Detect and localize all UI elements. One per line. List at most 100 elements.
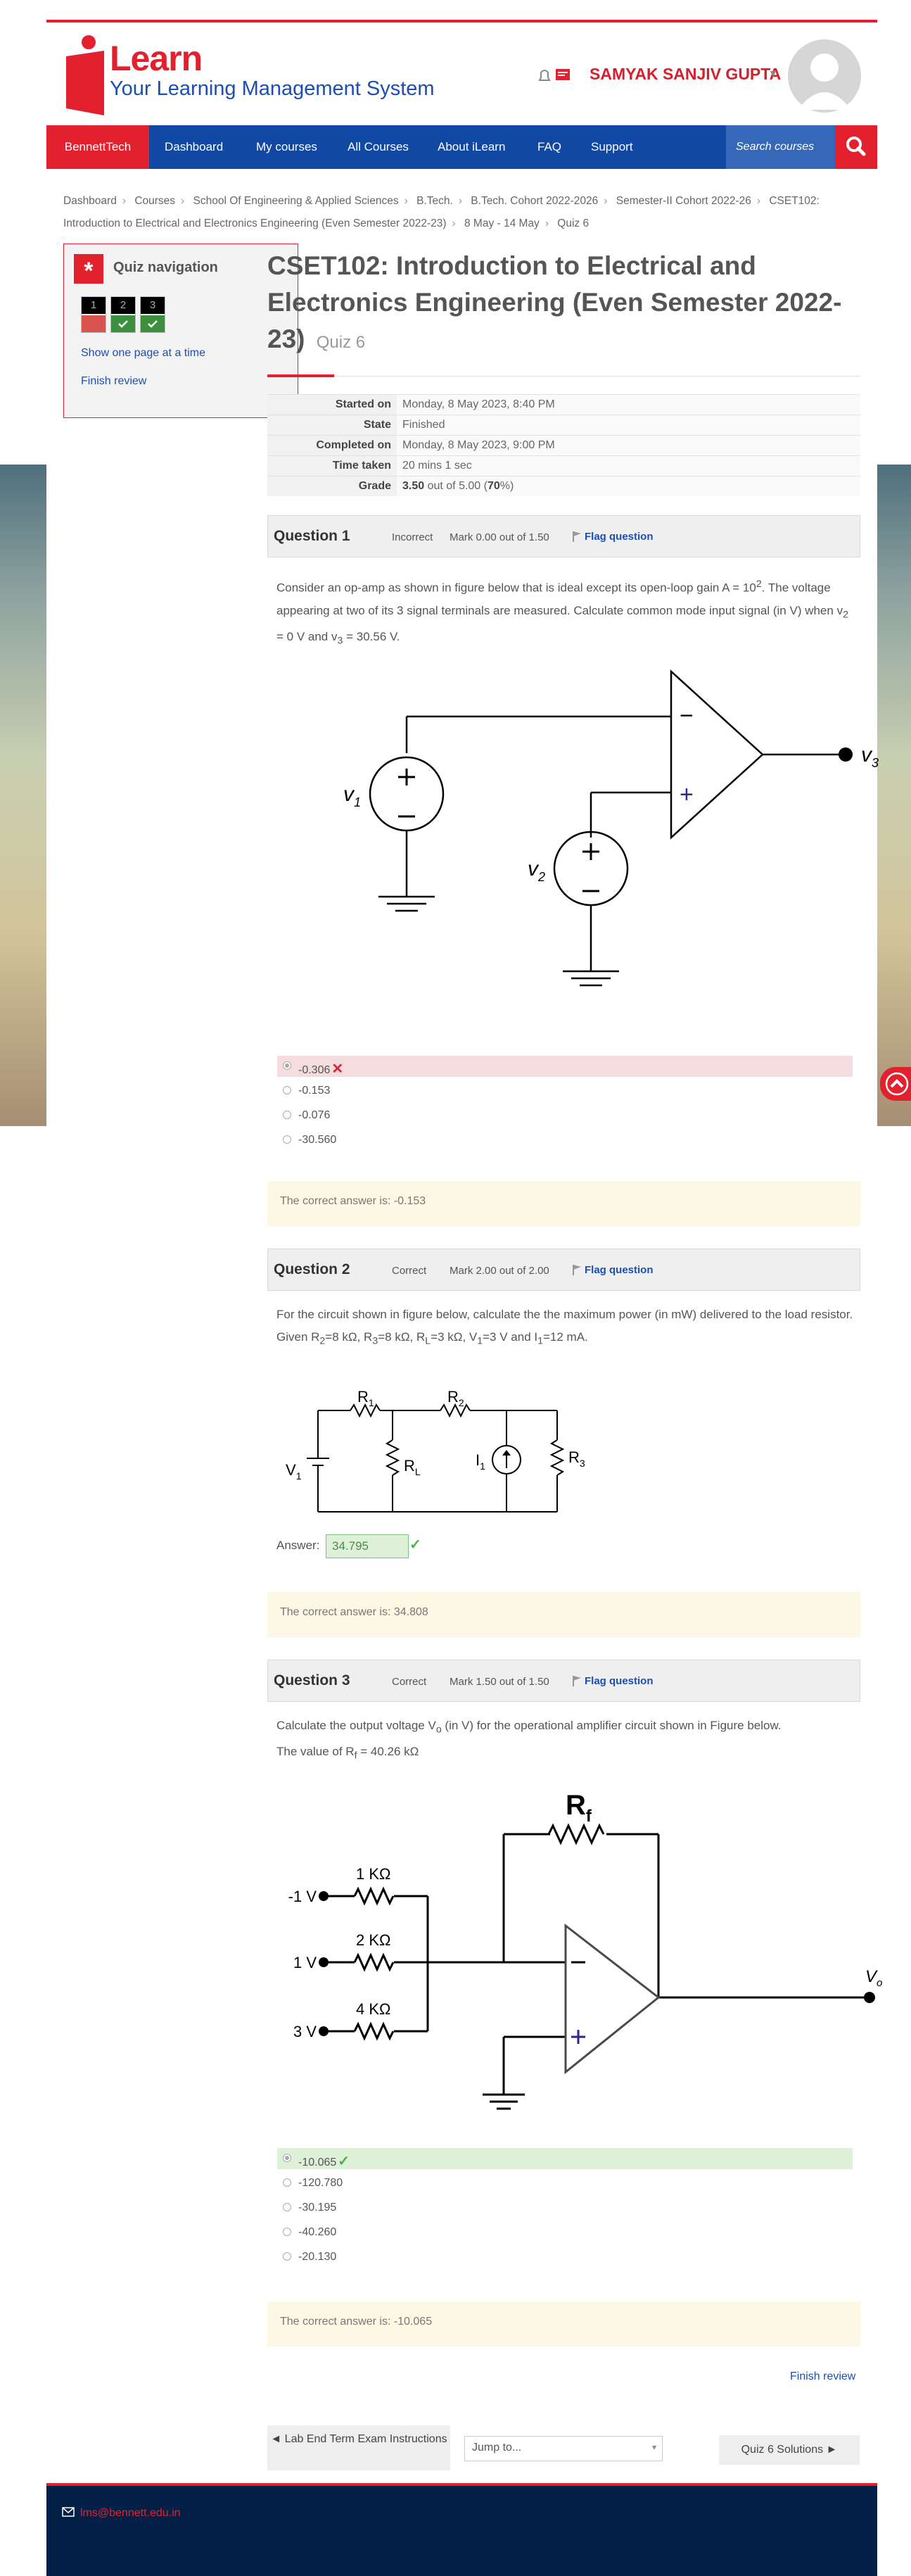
finish-review-link[interactable]: Finish review [81,375,146,388]
question-3-figure: Rf 1 KΩ 2 KΩ 4 KΩ -1 V 1 V 3 V Vo [288,1790,882,2110]
quiz-nav-question-1[interactable]: 1 [81,296,106,333]
answer-option[interactable]: -10.065 ✓ [277,2148,853,2169]
quiz-nav-number: 2 [111,297,135,314]
breadcrumb-item[interactable]: B.Tech. Cohort 2022-2026 [471,195,598,207]
user-silhouette-icon [798,53,851,110]
question-3-text: Calculate the output voltage Vo (in V) f… [276,1715,853,1767]
search-button[interactable] [835,125,877,169]
chevron-down-icon[interactable]: ▼ [768,68,778,79]
rl-label: R [404,1457,415,1475]
answer-option[interactable]: -120.780 [277,2173,853,2194]
main-navbar: BennettTech Dashboard My courses All Cou… [46,125,877,169]
input-1-label: -1 V [288,1888,317,1905]
rl-sub: L [415,1466,421,1477]
chevron-up-icon [885,1072,909,1096]
nav-item-my-courses[interactable]: My courses [256,125,317,169]
question-1-text: Consider an op-amp as shown in figure be… [276,573,853,652]
question-3-feedback: The correct answer is: -10.065 [267,2302,860,2347]
question-number: Question 3 [274,1672,350,1688]
nav-brand-link[interactable]: BennettTech [46,125,149,169]
flag-question-label: Flag question [585,1264,654,1276]
answer-option[interactable]: -30.195 [277,2197,853,2218]
radio-button[interactable] [283,2178,291,2187]
radio-button[interactable] [283,1111,291,1119]
show-one-page-link[interactable]: Show one page at a time [81,347,205,360]
chevron-right-icon: › [604,195,608,207]
quiz-nav-question-2[interactable]: 2 [110,296,136,333]
breadcrumb-item[interactable]: Semester-II Cohort 2022-26 [616,195,751,207]
question-text-part: The value of R [276,1745,355,1759]
quiz-nav-question-3[interactable]: 3 [140,296,165,333]
breadcrumb-item[interactable]: Courses [134,195,175,207]
quiz-subtitle: Quiz 6 [316,333,366,352]
svg-text:V1: V1 [286,1461,302,1482]
nav-item-all-courses[interactable]: All Courses [348,125,409,169]
summary-key: State [267,415,397,436]
radio-button[interactable] [283,1086,291,1094]
radio-button[interactable] [283,2228,291,2236]
finish-review-link[interactable]: Finish review [790,2370,855,2383]
radio-button[interactable] [283,1061,291,1070]
answer-option[interactable]: -40.260 [277,2222,853,2243]
answer-option[interactable]: -30.560 [277,1130,853,1151]
breadcrumb-current[interactable]: Quiz 6 [557,217,589,229]
summary-value: Monday, 8 May 2023, 8:40 PM [397,394,860,415]
answer-option[interactable]: -0.076 [277,1105,853,1126]
next-activity-link[interactable]: Quiz 6 Solutions ► [719,2435,860,2465]
check-icon: ✓ [409,1537,421,1553]
answer-option[interactable]: -20.130 [277,2247,853,2268]
scroll-to-top-button[interactable] [880,1067,911,1101]
header-icons [538,69,570,81]
radio-button[interactable] [283,2203,291,2211]
search-input[interactable]: Search courses [726,125,835,169]
radio-button[interactable] [283,2252,291,2261]
option-label: -120.780 [298,2177,343,2189]
grade-percent: 70 [487,480,500,492]
question-2-text: For the circuit shown in figure below, c… [276,1303,853,1352]
user-menu-name[interactable]: SAMYAK SANJIV GUPTA [590,65,781,84]
nav-item-about[interactable]: About iLearn [438,125,505,169]
question-text-sub: L [425,1335,431,1347]
message-icon[interactable] [556,69,570,80]
avatar[interactable] [788,39,861,113]
flag-question-button[interactable]: Flag question [572,1675,654,1687]
nav-item-faq[interactable]: FAQ [537,125,561,169]
footer-email-text: lms@bennett.edu.in [80,2507,181,2519]
check-icon [141,315,165,332]
flag-question-button[interactable]: Flag question [572,531,654,543]
breadcrumb-item[interactable]: Dashboard [63,195,117,207]
site-logo[interactable]: Learn Your Learning Management System [63,35,435,118]
flag-question-button[interactable]: Flag question [572,1264,654,1276]
logo-i-icon [66,35,104,115]
envelope-icon [62,2507,75,2517]
bell-icon[interactable] [538,70,551,81]
table-row: Time taken 20 mins 1 sec [267,455,860,476]
footer-email[interactable]: lms@bennett.edu.in [62,2507,181,2520]
question-text-part: =3 kΩ, V [431,1330,478,1344]
answer-option[interactable]: -0.306 ✕ [277,1056,853,1077]
summary-value: Finished [397,415,860,436]
svg-text:R3: R3 [568,1448,585,1469]
summary-value: 20 mins 1 sec [397,455,860,476]
question-text-part: = 30.56 V. [343,630,400,644]
nav-item-dashboard[interactable]: Dashboard [165,125,223,169]
previous-activity-link[interactable]: ◄ Lab End Term Exam Instructions [267,2425,450,2470]
breadcrumb: Dashboard › Courses › School Of Engineerin… [63,190,858,235]
nav-item-support[interactable]: Support [591,125,633,169]
radio-button[interactable] [283,1135,291,1144]
breadcrumb-item[interactable]: B.Tech. [416,195,453,207]
breadcrumb-item[interactable]: 8 May - 14 May [464,217,540,229]
flag-question-label: Flag question [585,531,654,543]
question-1-header: Question 1 Incorrect Mark 0.00 out of 1.… [267,515,860,557]
question-2-figure: R1 R2 RL R3 V1 I1 [286,1388,585,1513]
r2-label: R [447,1388,459,1406]
radio-button[interactable] [283,2154,291,2162]
question-text-sub: 1 [537,1335,543,1347]
answer-input[interactable]: 34.795 [326,1534,409,1558]
question-text-part: =3 V and I [483,1330,538,1344]
breadcrumb-item[interactable]: School Of Engineering & Applied Sciences [193,195,399,207]
jump-to-select[interactable]: Jump to... ▾ [464,2436,663,2461]
answer-option[interactable]: -0.153 [277,1080,853,1101]
svg-text:R2: R2 [447,1388,464,1408]
grade-value: 3.50 out of 5.00 (70%) [397,476,860,496]
